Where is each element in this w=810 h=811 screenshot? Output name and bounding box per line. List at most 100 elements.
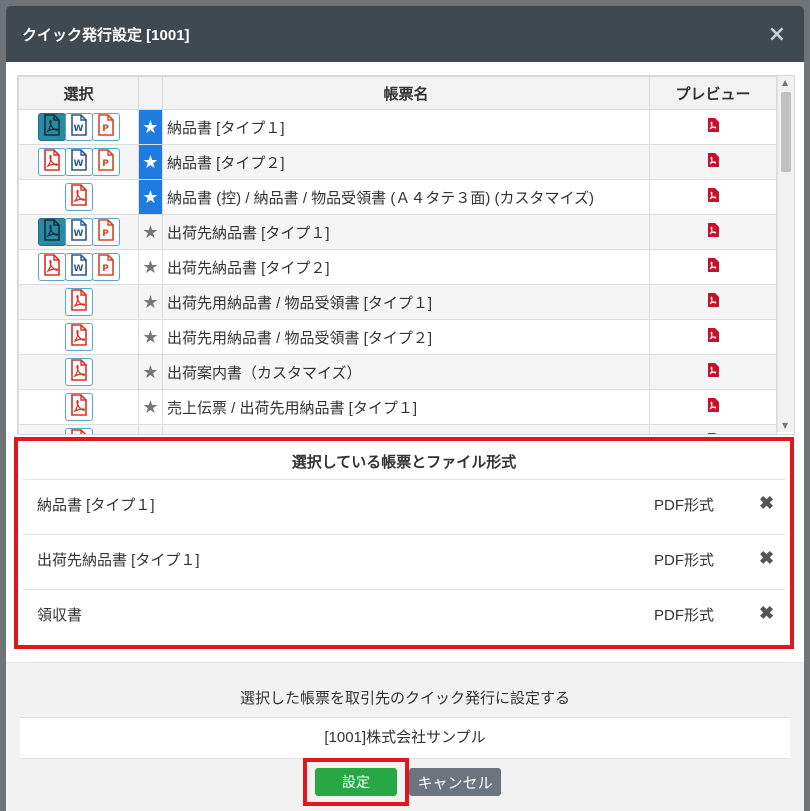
powerpoint-format-button[interactable]: P [91, 113, 120, 141]
scroll-thumb[interactable] [781, 92, 791, 172]
document-name: 納品書 [タイプ１] [162, 109, 650, 145]
pdf-format-button[interactable] [64, 428, 93, 434]
word-format-button[interactable]: W [64, 148, 93, 176]
svg-text:P: P [102, 124, 109, 134]
document-name: 出荷先用納品書 / 物品受領書 [タイプ１] [162, 284, 650, 320]
selected-heading: 選択している帳票とファイル形式 [23, 441, 785, 480]
document-name: 納品書 [タイプ２] [162, 144, 650, 180]
table-row[interactable]: ★ 出荷先用納品書 / 物品受領書 [タイプ１] [18, 284, 777, 320]
format-button-group [64, 323, 93, 351]
pdf-format-button[interactable] [37, 148, 66, 176]
pdf-format-button[interactable] [64, 183, 93, 211]
pdf-icon [43, 114, 61, 140]
table-row[interactable]: W P ★ 納品書 [タイプ１] [18, 109, 777, 145]
cancel-button[interactable]: キャンセル [409, 768, 501, 796]
document-table: 選択 帳票名 プレビュー W P ★ 納品書 [タイプ１] W P ★ 納品書 [タイプ２] ★… [18, 76, 777, 434]
pdf-preview-icon[interactable] [649, 109, 777, 145]
dialog-header: クイック発行設定 [1001] × [6, 6, 804, 62]
selected-item: 領収書 PDF形式 ✖ [23, 590, 785, 644]
selected-documents-panel: 選択している帳票とファイル形式 納品書 [タイプ１] PDF形式 ✖ 出荷先納品書 [… [14, 437, 794, 649]
powerpoint-icon: P [97, 254, 115, 280]
word-icon: W [70, 254, 88, 280]
format-button-group [64, 393, 93, 421]
pdf-preview-icon[interactable] [649, 249, 777, 285]
document-name: 出荷先納品書 [タイプ２] [162, 249, 650, 285]
pdf-format-button[interactable] [37, 218, 66, 246]
powerpoint-format-button[interactable]: P [91, 253, 120, 281]
document-list: 選択 帳票名 プレビュー W P ★ 納品書 [タイプ１] W P ★ 納品書 [タイプ２] ★… [17, 75, 795, 435]
star-icon[interactable]: ★ [138, 144, 163, 180]
format-button-group [64, 183, 93, 211]
star-icon[interactable]: ★ [138, 284, 163, 320]
pdf-icon [70, 289, 88, 315]
pdf-preview-icon[interactable] [649, 354, 777, 390]
selected-item-format: PDF形式 [654, 607, 715, 624]
star-icon[interactable]: ★ [138, 389, 163, 425]
pdf-preview-icon[interactable] [649, 424, 777, 434]
powerpoint-icon: P [97, 114, 115, 140]
word-format-button[interactable]: W [64, 113, 93, 141]
star-icon[interactable]: ★ [138, 179, 163, 215]
pdf-icon [70, 394, 88, 420]
pdf-format-button[interactable] [37, 113, 66, 141]
svg-text:P: P [102, 229, 109, 239]
word-format-button[interactable]: W [64, 218, 93, 246]
star-icon[interactable]: ★ [138, 249, 163, 285]
selected-item-name: 出荷先納品書 [タイプ１] [37, 552, 200, 569]
table-row[interactable]: ★売上伝票 / 出荷先用納品書 [タイプ２] [18, 424, 777, 434]
document-name: 納品書 (控) / 納品書 / 物品受領書 (Ａ４タテ３面) (カスタマイズ) [162, 179, 650, 215]
pdf-preview-icon[interactable] [649, 144, 777, 180]
remove-icon[interactable]: ✖ [759, 493, 774, 514]
pdf-preview-icon[interactable] [649, 214, 777, 250]
star-icon[interactable]: ★ [138, 354, 163, 390]
pdf-icon [43, 149, 61, 175]
word-icon: W [70, 219, 88, 245]
footer-caption: 選択した帳票を取引先のクイック発行に設定する [239, 690, 570, 707]
document-name: 出荷先用納品書 / 物品受領書 [タイプ２] [162, 319, 650, 355]
pdf-preview-icon[interactable] [649, 284, 777, 320]
format-button-group: WP [37, 148, 120, 176]
table-row[interactable]: ★ 納品書 (控) / 納品書 / 物品受領書 (Ａ４タテ３面) (カスタマイズ) [18, 179, 777, 215]
powerpoint-format-button[interactable]: P [91, 148, 120, 176]
set-button[interactable]: 設定 [315, 768, 397, 796]
pdf-format-button[interactable] [64, 323, 93, 351]
scroll-up-icon[interactable]: ▲ [782, 78, 788, 87]
svg-text:P: P [102, 264, 109, 274]
selected-item-name: 納品書 [タイプ１] [37, 497, 155, 514]
table-row[interactable]: ★ 出荷案内書（カスタマイズ） [18, 354, 777, 390]
star-icon[interactable]: ★ [138, 424, 163, 434]
table-header-row: 選択 帳票名 プレビュー [18, 76, 777, 110]
table-row[interactable]: ★ 売上伝票 / 出荷先用納品書 [タイプ１] [18, 389, 777, 425]
remove-icon[interactable]: ✖ [759, 603, 774, 624]
pdf-preview-icon[interactable] [649, 319, 777, 355]
pdf-icon [70, 359, 88, 385]
scroll-down-icon[interactable]: ▼ [782, 421, 788, 430]
table-row[interactable]: W P ★ 出荷先納品書 [タイプ１] [18, 214, 777, 250]
pdf-format-button[interactable] [64, 393, 93, 421]
pdf-preview-icon[interactable] [649, 389, 777, 425]
column-header-select: 選択 [18, 76, 139, 110]
document-name: 出荷案内書（カスタマイズ） [162, 354, 650, 390]
table-row[interactable]: ★ 出荷先用納品書 / 物品受領書 [タイプ２] [18, 319, 777, 355]
selected-item-name: 領収書 [37, 607, 83, 624]
powerpoint-format-button[interactable]: P [91, 218, 120, 246]
pdf-format-button[interactable] [37, 253, 66, 281]
pdf-format-button[interactable] [64, 288, 93, 316]
pdf-preview-icon[interactable] [649, 179, 777, 215]
pdf-format-button[interactable] [64, 358, 93, 386]
remove-icon[interactable]: ✖ [759, 548, 774, 569]
table-row[interactable]: W P ★ 納品書 [タイプ２] [18, 144, 777, 180]
format-button-group [64, 428, 93, 434]
format-button-group: WP [37, 113, 120, 141]
svg-text:W: W [73, 264, 83, 274]
selected-item: 出荷先納品書 [タイプ１] PDF形式 ✖ [23, 535, 785, 590]
list-scrollbar[interactable]: ▲ ▼ [777, 76, 794, 432]
star-icon[interactable]: ★ [138, 319, 163, 355]
pdf-icon [43, 219, 61, 245]
star-icon[interactable]: ★ [138, 109, 163, 145]
star-icon[interactable]: ★ [138, 214, 163, 250]
column-header-star [138, 76, 163, 110]
close-icon[interactable]: × [768, 24, 786, 46]
word-format-button[interactable]: W [64, 253, 93, 281]
table-row[interactable]: W P ★ 出荷先納品書 [タイプ２] [18, 249, 777, 285]
